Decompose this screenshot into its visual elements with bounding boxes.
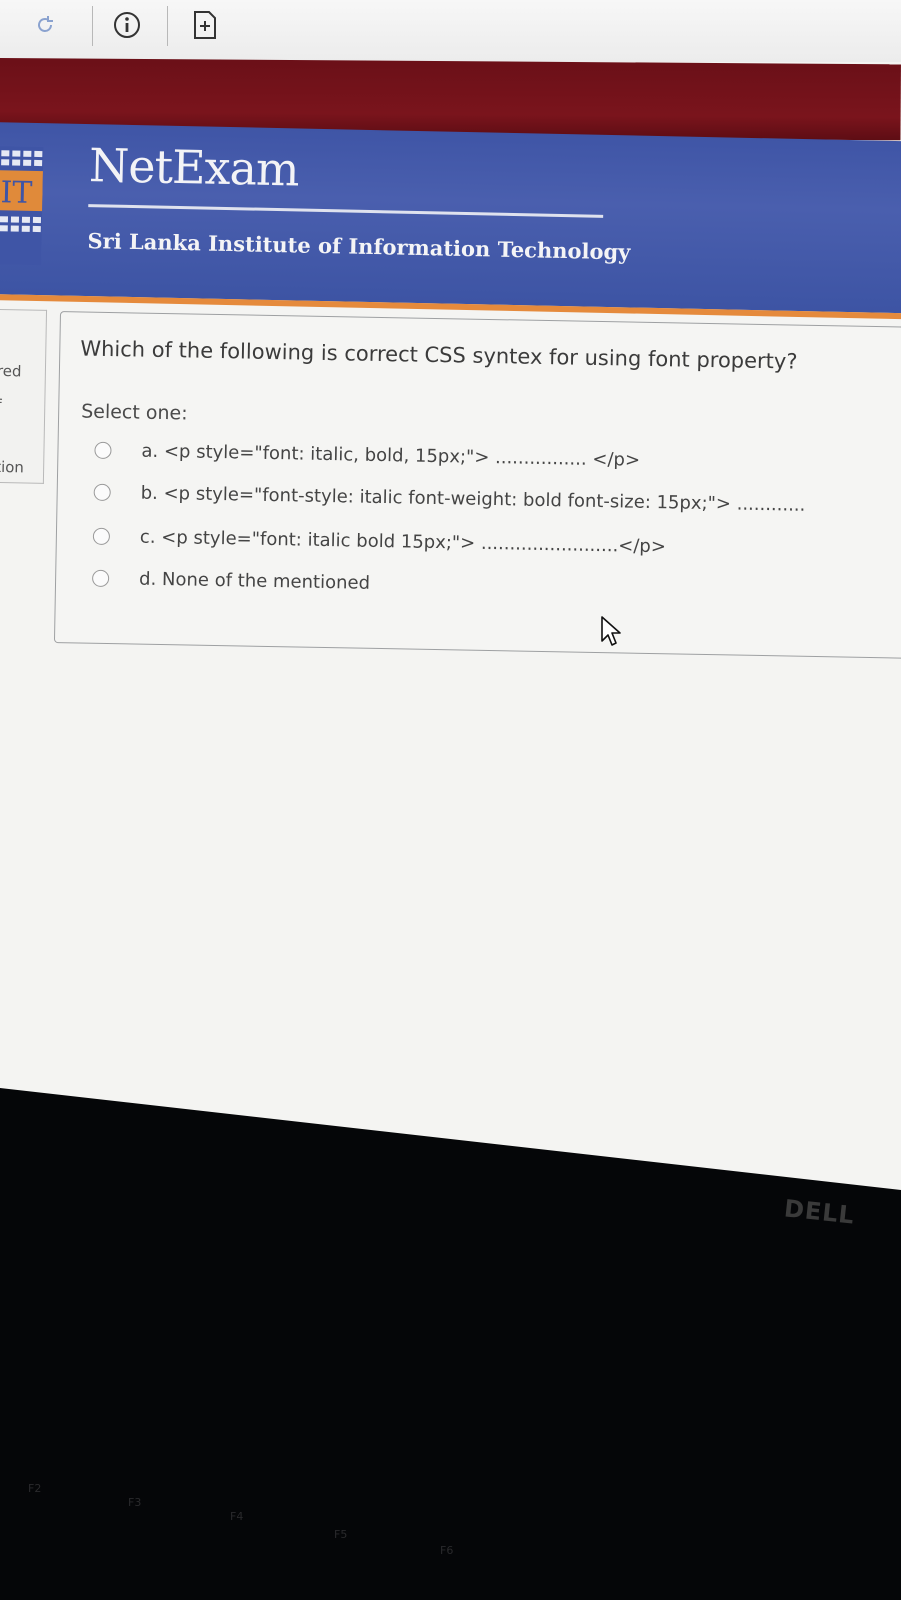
keyboard-key: F2	[28, 1482, 42, 1495]
option-label: b. <p style="font-style: italic font-wei…	[140, 482, 806, 516]
question-card: Which of the following is correct CSS sy…	[53, 311, 901, 660]
browser-toolbar	[0, 0, 901, 62]
option-label: d. None of the mentioned	[138, 568, 371, 594]
radio-button[interactable]	[93, 483, 111, 501]
institute-name: Sri Lanka Institute of Information Techn…	[87, 228, 631, 265]
nav-fragment: f	[0, 396, 2, 414]
answer-option-d[interactable]: d. None of the mentioned	[91, 565, 371, 596]
main-content: red f tion Which of the following is cor…	[0, 308, 901, 749]
toolbar-divider	[167, 6, 168, 46]
select-one-label: Select one:	[80, 400, 188, 425]
new-page-icon[interactable]	[188, 8, 222, 42]
option-label: a. <p style="font: italic, bold, 15px;">…	[141, 440, 641, 471]
question-text: Which of the following is correct CSS sy…	[80, 336, 798, 374]
nav-fragment: tion	[0, 457, 25, 477]
keyboard-key: F3	[128, 1496, 142, 1509]
monitor-screen: IT NetExam Sri Lanka Institute of Inform…	[0, 0, 901, 1190]
keyboard-key: F6	[440, 1544, 454, 1557]
mouse-pointer-icon	[600, 615, 626, 653]
keyboard-key: F5	[334, 1528, 348, 1541]
brand-underline	[88, 204, 604, 218]
keyboard-key: F4	[230, 1510, 244, 1523]
logo-text: IT	[0, 175, 33, 211]
brand-title: NetExam	[88, 138, 300, 197]
answer-option-a[interactable]: a. <p style="font: italic, bold, 15px;">…	[94, 437, 640, 473]
dell-logo: DELL	[782, 1194, 857, 1230]
quiz-nav-panel: red f tion	[0, 308, 48, 484]
answer-option-c[interactable]: c. <p style="font: italic bold 15px;"> .…	[92, 523, 667, 559]
radio-button[interactable]	[94, 441, 112, 459]
radio-button[interactable]	[91, 569, 110, 587]
site-header: IT NetExam Sri Lanka Institute of Inform…	[0, 122, 901, 320]
nav-fragment: red	[0, 361, 22, 381]
toolbar-divider	[92, 6, 93, 46]
reload-icon[interactable]	[28, 8, 62, 42]
option-label: c. <p style="font: italic bold 15px;"> .…	[139, 526, 667, 557]
radio-button[interactable]	[92, 527, 111, 545]
answer-option-b[interactable]: b. <p style="font-style: italic font-wei…	[93, 479, 806, 518]
sliit-logo: IT	[0, 146, 44, 266]
info-icon[interactable]	[110, 8, 144, 42]
